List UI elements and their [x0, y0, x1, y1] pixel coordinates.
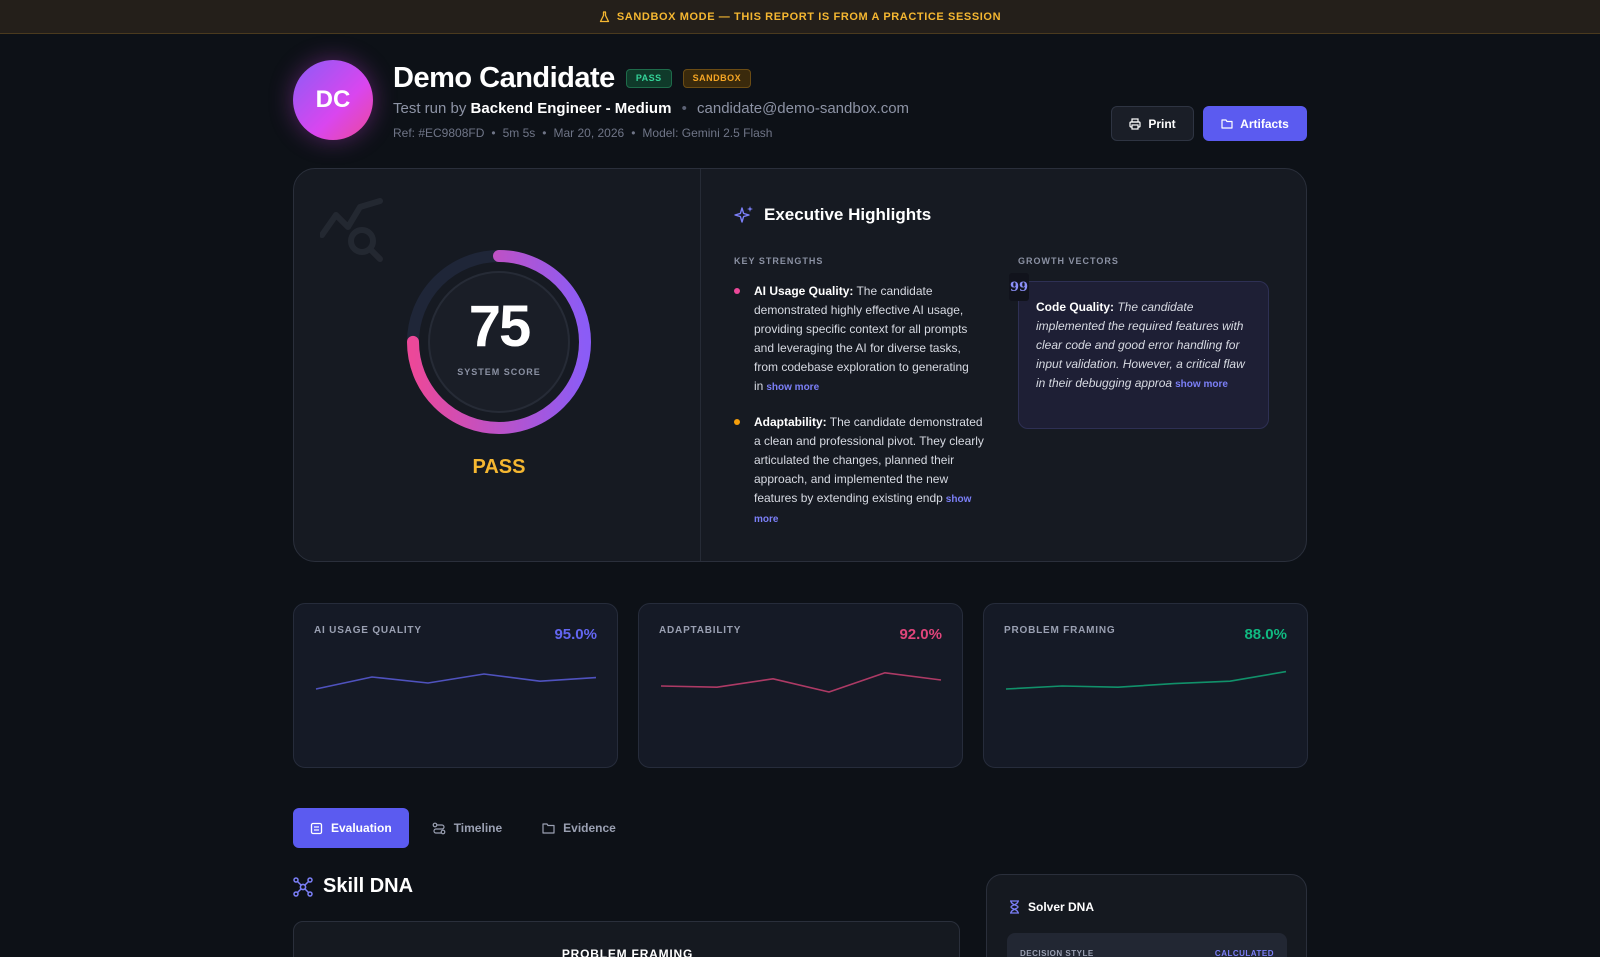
banner-text: SANDBOX MODE — THIS REPORT IS FROM A PRA… — [616, 10, 1002, 23]
skill-dna-title: Skill DNA — [293, 875, 413, 898]
show-more-link[interactable]: show more — [1175, 379, 1228, 390]
report-tabs: Evaluation Timeline Evidence — [293, 808, 639, 848]
separator-dot: • — [681, 100, 687, 117]
role-name: Backend Engineer - Medium — [470, 100, 672, 117]
printer-icon — [1129, 117, 1141, 130]
molecule-icon — [293, 876, 313, 897]
metric-label: AI USAGE QUALITY — [314, 625, 422, 636]
metric-card-adaptability: ADAPTABILITY 92.0% — [638, 603, 963, 768]
metric-sparkline — [315, 673, 597, 690]
model-name: Model: Gemini 2.5 Flash — [642, 126, 773, 140]
verdict-label: PASS — [472, 456, 526, 478]
executive-highlights-title: Executive Highlights — [734, 205, 931, 225]
test-run-line: Test run by Backend Engineer - Medium • … — [393, 100, 909, 117]
solver-dna-card: Solver DNA DECISION STYLE CALCULATED — [986, 874, 1307, 957]
key-strengths-label: KEY STRENGTHS — [734, 256, 824, 266]
highlights-title-text: Executive Highlights — [764, 205, 932, 224]
growth-vectors-label: GROWTH VECTORS — [1018, 256, 1119, 266]
metric-card-problem-framing: PROBLEM FRAMING 88.0% — [983, 603, 1308, 768]
solver-dna-title: Solver DNA — [1009, 900, 1094, 914]
metric-card-ai-usage: AI USAGE QUALITY 95.0% — [293, 603, 618, 768]
run-meta: Ref: #EC9808FD • 5m 5s • Mar 20, 2026 • Model:… — [393, 126, 772, 140]
meta-sep: • — [491, 126, 496, 140]
solver-dna-title-text: Solver DNA — [1028, 900, 1095, 914]
strength-title: AI Usage Quality: — [754, 284, 854, 298]
system-score-label: SYSTEM SCORE — [457, 367, 541, 377]
run-date: Mar 20, 2026 — [553, 126, 625, 140]
print-label: Print — [1148, 116, 1176, 131]
strength-bullet — [734, 288, 740, 294]
flask-icon — [599, 10, 610, 23]
skill-dna-card: PROBLEM FRAMING — [293, 921, 960, 957]
meta-sep: • — [631, 126, 636, 140]
tab-label: Timeline — [453, 821, 503, 835]
growth-title: Code Quality: — [1036, 300, 1115, 314]
metric-sparkline — [660, 671, 942, 693]
tab-label: Evaluation — [331, 821, 392, 835]
pass-badge: PASS — [625, 68, 672, 88]
strength-item: AI Usage Quality: The candidate demonstr… — [734, 282, 984, 397]
tab-evidence[interactable]: Evidence — [525, 808, 633, 848]
metric-sparkline — [1005, 670, 1287, 690]
sparkles-icon — [734, 206, 753, 223]
skill-dna-title-text: Skill DNA — [323, 875, 414, 897]
metric-label: PROBLEM FRAMING — [1004, 625, 1116, 636]
strength-bullet — [734, 419, 740, 425]
tab-evaluation[interactable]: Evaluation — [293, 808, 409, 848]
meta-sep: • — [542, 126, 547, 140]
metric-label: ADAPTABILITY — [659, 625, 742, 636]
duration: 5m 5s — [502, 126, 536, 140]
route-icon — [432, 822, 446, 834]
folder-icon — [1221, 119, 1233, 129]
candidate-name: Demo Candidate — [393, 61, 615, 94]
skill-card-label: PROBLEM FRAMING — [561, 947, 694, 957]
panel-divider — [700, 169, 701, 561]
folder-icon — [542, 823, 555, 834]
system-score: 75 — [468, 294, 532, 359]
candidate-header: DC Demo Candidate PASS SANDBOX Test run … — [293, 60, 1307, 144]
hourglass-icon — [1010, 900, 1019, 914]
decision-style-label: DECISION STYLE — [1020, 949, 1094, 957]
avatar: DC — [293, 60, 373, 140]
strength-item: Adaptability: The candidate demonstrated… — [734, 413, 984, 529]
metric-value: 92.0% — [899, 626, 942, 643]
show-more-link[interactable]: show more — [766, 382, 819, 393]
executive-summary-card: 75 SYSTEM SCORE PASS Executive Highlight… — [293, 168, 1307, 562]
artifacts-button[interactable]: Artifacts — [1203, 106, 1307, 141]
ref-id: Ref: #EC9808FD — [393, 126, 485, 140]
candidate-email: candidate@demo-sandbox.com — [697, 100, 910, 117]
clipboard-icon — [310, 822, 323, 834]
sandbox-badge: SANDBOX — [682, 68, 752, 88]
print-button[interactable]: Print — [1111, 106, 1194, 141]
tab-label: Evidence — [563, 821, 616, 835]
metric-value: 88.0% — [1244, 626, 1287, 643]
growth-vector-card: Code Quality: The candidate implemented … — [1018, 281, 1269, 429]
artifacts-label: Artifacts — [1240, 116, 1289, 131]
decision-style-row: DECISION STYLE CALCULATED — [1007, 933, 1287, 957]
quote-icon: 99 — [1009, 273, 1029, 301]
strength-title: Adaptability: — [754, 415, 827, 429]
tab-timeline[interactable]: Timeline — [415, 808, 519, 848]
strength-text: The candidate demonstrated highly effect… — [754, 284, 969, 393]
chart-search-icon — [320, 198, 383, 262]
test-run-prefix: Test run by — [393, 100, 467, 117]
metric-value: 95.0% — [554, 626, 597, 643]
decision-style-value: CALCULATED — [1214, 949, 1274, 957]
sandbox-banner: SANDBOX MODE — THIS REPORT IS FROM A PRA… — [0, 0, 1600, 34]
